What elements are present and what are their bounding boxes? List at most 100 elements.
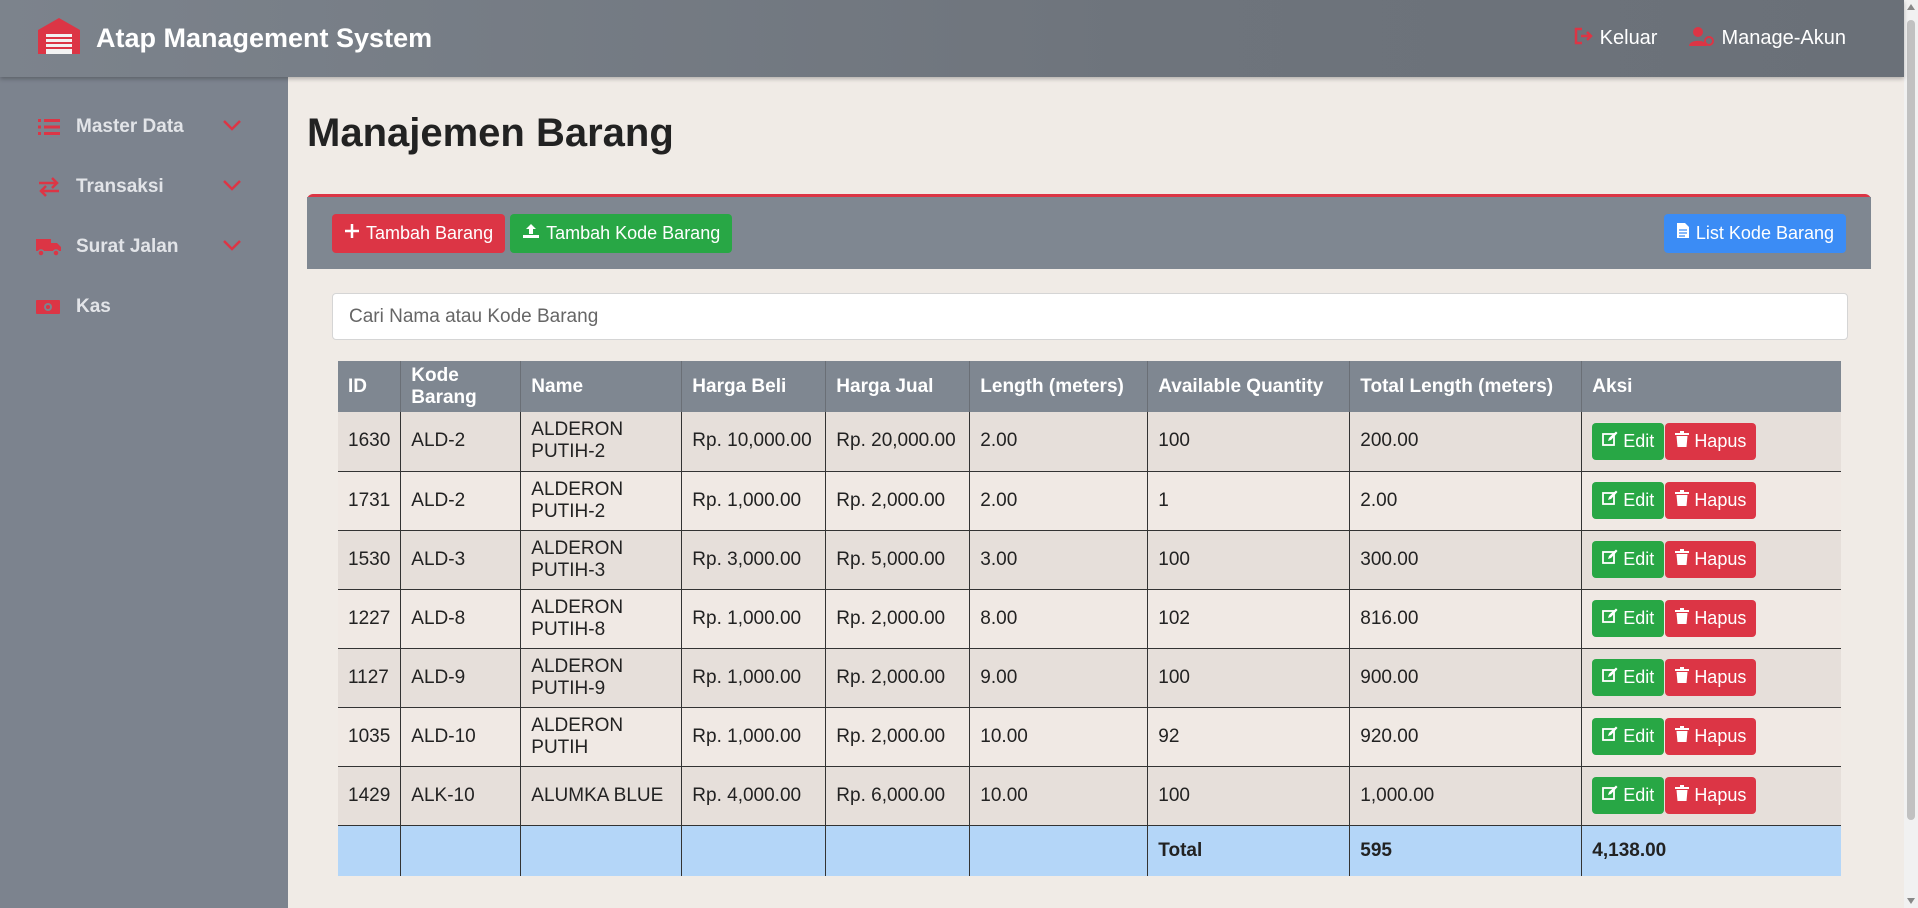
- scroll-up-arrow-icon[interactable]: [1907, 4, 1915, 10]
- table-cell: Rp. 1,000.00: [681, 707, 827, 767]
- delete-button[interactable]: Hapus: [1665, 777, 1757, 814]
- column-header[interactable]: Harga Jual: [825, 361, 971, 412]
- card-toolbar: Tambah Barang Tambah Kode Barang List Ko…: [307, 197, 1871, 269]
- plus-icon: [344, 223, 366, 244]
- table-cell: 8.00: [969, 589, 1149, 649]
- edit-button[interactable]: Edit: [1592, 422, 1665, 460]
- logout-link[interactable]: Keluar: [1574, 27, 1657, 51]
- table-row: 1530 ALD-3 ALDERON PUTIH-3 Rp. 3,000.00 Rp. …: [338, 530, 1841, 590]
- table-cell: Rp. 10,000.00: [681, 412, 827, 472]
- column-header[interactable]: Available Quantity: [1147, 361, 1351, 412]
- delete-button[interactable]: Hapus: [1665, 541, 1757, 578]
- table-cell: 1035: [338, 707, 402, 767]
- table-cell: Rp. 4,000.00: [681, 766, 827, 826]
- sidebar-item-surat-jalan[interactable]: Surat Jalan: [0, 217, 288, 277]
- table-cell: Rp. 1,000.00: [681, 471, 827, 531]
- sidebar-item-label: Kas: [76, 296, 111, 317]
- chevron-down-icon: [222, 178, 242, 196]
- sidebar: Master Data Transaksi Surat Jalan Kas: [0, 77, 288, 908]
- table-cell: ALD-10: [400, 707, 522, 767]
- delete-label: Hapus: [1694, 726, 1747, 746]
- truck-icon: [36, 236, 62, 258]
- list-code-label: List Kode Barang: [1695, 222, 1834, 243]
- table-cell: ALDERON PUTIH-2: [520, 412, 683, 472]
- empty-cell: [825, 825, 971, 876]
- edit-button[interactable]: Edit: [1592, 541, 1665, 578]
- edit-icon: [1602, 667, 1623, 688]
- trash-icon: [1675, 430, 1694, 452]
- edit-label: Edit: [1623, 430, 1655, 451]
- manage-account-link[interactable]: Manage-Akun: [1689, 26, 1846, 52]
- edit-button[interactable]: Edit: [1592, 600, 1665, 637]
- edit-button[interactable]: Edit: [1592, 659, 1665, 696]
- empty-cell: [338, 825, 402, 876]
- table-cell: 1,000.00: [1349, 766, 1583, 826]
- table-cell: Rp. 2,000.00: [825, 648, 971, 708]
- column-header[interactable]: Name: [520, 361, 683, 412]
- table-cell: Rp. 5,000.00: [825, 530, 971, 590]
- table-cell: Rp. 20,000.00: [825, 412, 971, 472]
- table-row: 1035 ALD-10 ALDERON PUTIH Rp. 1,000.00 Rp. 2…: [338, 707, 1841, 767]
- table-cell: ALD-2: [400, 471, 522, 531]
- table-cell: ALDERON PUTIH: [520, 707, 683, 767]
- table-cell: 10.00: [969, 707, 1149, 767]
- column-header[interactable]: Kode Barang: [400, 361, 522, 412]
- list-code-button[interactable]: List Kode Barang: [1663, 213, 1846, 253]
- brand[interactable]: Atap Management System: [36, 16, 432, 61]
- column-header[interactable]: Harga Beli: [681, 361, 827, 412]
- total-length: 4,138.00: [1581, 825, 1841, 876]
- sidebar-item-label: Transaksi: [76, 176, 164, 197]
- sidebar-item-master-data[interactable]: Master Data: [0, 97, 288, 157]
- delete-button[interactable]: Hapus: [1665, 600, 1757, 637]
- add-item-button[interactable]: Tambah Barang: [332, 213, 506, 253]
- column-header[interactable]: Length (meters): [969, 361, 1149, 412]
- sidebar-item-kas[interactable]: Kas: [0, 277, 288, 337]
- action-cell: Edit Hapus: [1581, 707, 1841, 767]
- action-cell: Edit Hapus: [1581, 471, 1841, 531]
- table-cell: 3.00: [969, 530, 1149, 590]
- delete-button[interactable]: Hapus: [1665, 482, 1757, 519]
- search-input[interactable]: [332, 293, 1848, 340]
- table-header-row: ID Kode Barang Name Harga Beli Harga Jua…: [338, 361, 1841, 412]
- add-code-button[interactable]: Tambah Kode Barang: [510, 213, 733, 253]
- edit-button[interactable]: Edit: [1592, 718, 1665, 755]
- column-header[interactable]: ID: [338, 361, 402, 412]
- scroll-down-arrow-icon[interactable]: [1907, 898, 1915, 904]
- page-scrollbar[interactable]: [1904, 0, 1918, 908]
- sidebar-item-label: Surat Jalan: [76, 236, 179, 257]
- action-cell: Edit Hapus: [1581, 412, 1841, 472]
- file-icon: [1676, 222, 1696, 244]
- table-cell: 1429: [338, 766, 402, 826]
- table-cell: 2.00: [1349, 471, 1583, 531]
- trash-icon: [1675, 667, 1694, 688]
- scroll-thumb[interactable]: [1907, 20, 1915, 820]
- table-cell: 100: [1147, 648, 1351, 708]
- delete-label: Hapus: [1694, 667, 1747, 687]
- table-cell: 1630: [338, 412, 402, 472]
- action-cell: Edit Hapus: [1581, 589, 1841, 649]
- chevron-down-icon: [222, 118, 242, 136]
- table-cell: Rp. 2,000.00: [825, 707, 971, 767]
- table-cell: 100: [1147, 412, 1351, 472]
- edit-label: Edit: [1623, 549, 1655, 569]
- delete-button[interactable]: Hapus: [1665, 718, 1757, 755]
- table-cell: 900.00: [1349, 648, 1583, 708]
- delete-button[interactable]: Hapus: [1665, 422, 1757, 460]
- table-cell: Rp. 6,000.00: [825, 766, 971, 826]
- table-cell: 1530: [338, 530, 402, 590]
- table-cell: 102: [1147, 589, 1351, 649]
- add-code-label: Tambah Kode Barang: [546, 222, 721, 243]
- edit-button[interactable]: Edit: [1592, 777, 1665, 814]
- edit-button[interactable]: Edit: [1592, 482, 1665, 519]
- table-cell: Rp. 2,000.00: [825, 589, 971, 649]
- action-cell: Edit Hapus: [1581, 648, 1841, 708]
- delete-button[interactable]: Hapus: [1665, 659, 1757, 696]
- table-cell: 2.00: [969, 471, 1149, 531]
- delete-label: Hapus: [1694, 430, 1747, 451]
- column-header[interactable]: Total Length (meters): [1349, 361, 1583, 412]
- table-cell: 100: [1147, 530, 1351, 590]
- table-cell: 300.00: [1349, 530, 1583, 590]
- sidebar-item-transaksi[interactable]: Transaksi: [0, 157, 288, 217]
- item-table: ID Kode Barang Name Harga Beli Harga Jua…: [338, 361, 1841, 876]
- empty-cell: [400, 825, 522, 876]
